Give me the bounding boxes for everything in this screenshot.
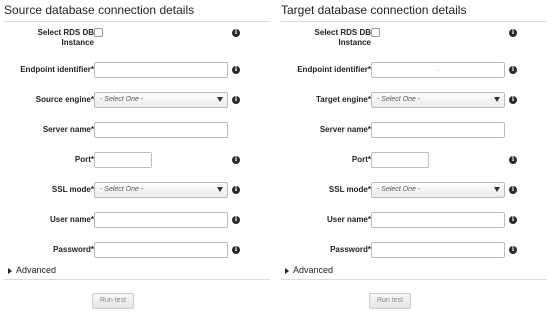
target-endpoint-label: Endpoint identifier* [297,65,371,74]
chevron-down-icon [494,97,500,102]
info-icon[interactable]: i [232,186,240,194]
info-icon[interactable]: i [232,156,240,164]
source-server-input[interactable] [94,122,228,138]
info-icon[interactable]: i [509,66,517,74]
info-icon[interactable]: i [232,216,240,224]
chevron-down-icon [494,187,500,192]
triangle-right-icon [285,268,289,274]
source-rds-label: Select RDS DB Instance [37,28,94,47]
info-icon[interactable]: i [232,96,240,104]
target-password-row: Password* i [281,238,547,262]
target-password-label: Password* [330,245,371,254]
source-port-row: Port* i [4,148,270,172]
info-icon[interactable]: i [509,216,517,224]
source-engine-label: Source engine* [35,95,94,104]
target-engine-row: Target engine* - Select One - i [281,88,547,112]
target-rds-row: Select RDS DB Instance i [281,26,547,50]
target-ssl-select-value: - Select One - [377,186,421,193]
source-port-input[interactable] [94,152,152,168]
source-rds-checkbox[interactable] [94,28,103,37]
source-endpoint-input[interactable] [94,62,228,78]
target-run-test-button[interactable]: Run test [369,293,411,309]
info-icon[interactable]: i [232,246,240,254]
target-port-input[interactable] [371,152,429,168]
source-password-input[interactable] [94,242,228,258]
target-server-row: Server name* [281,118,547,142]
chevron-down-icon [217,187,223,192]
target-endpoint-row: Endpoint identifier* . i [281,58,547,82]
source-user-row: User name* i [4,208,270,232]
source-rds-row: Select RDS DB Instance i [4,26,270,50]
source-password-row: Password* i [4,238,270,262]
target-user-label: User name* [326,215,371,224]
target-password-input[interactable] [371,242,505,258]
target-engine-select-value: - Select One - [377,96,421,103]
target-ssl-row: SSL mode* - Select One - i [281,178,547,202]
target-user-input[interactable] [371,212,505,228]
info-icon[interactable]: i [509,29,517,37]
info-icon[interactable]: i [509,156,517,164]
info-icon[interactable]: i [509,246,517,254]
target-connection-panel: Target database connection details Selec… [281,0,551,322]
info-icon[interactable]: i [232,29,240,37]
target-rds-label: Select RDS DB Instance [314,28,371,47]
source-advanced-toggle[interactable]: Advanced [4,264,270,280]
source-port-label: Port* [74,155,94,164]
target-rds-checkbox[interactable] [371,28,380,37]
source-engine-select-value: - Select One - [100,96,144,103]
target-port-label: Port* [351,155,371,164]
target-user-row: User name* i [281,208,547,232]
target-port-row: Port* i [281,148,547,172]
source-advanced-label: Advanced [16,265,57,275]
target-engine-select[interactable]: - Select One - [371,92,505,108]
source-user-label: User name* [49,215,94,224]
source-server-row: Server name* [4,118,270,142]
chevron-down-icon [217,97,223,102]
source-run-test-button[interactable]: Run test [92,293,134,309]
target-engine-label: Target engine* [316,95,371,104]
info-icon[interactable]: i [509,96,517,104]
target-endpoint-input[interactable]: . [371,62,505,78]
info-icon[interactable]: i [509,186,517,194]
info-icon[interactable]: i [232,66,240,74]
source-password-label: Password* [53,245,94,254]
source-ssl-select[interactable]: - Select One - [94,182,228,198]
source-engine-row: Source engine* - Select One - i [4,88,270,112]
triangle-right-icon [8,268,12,274]
target-ssl-select[interactable]: - Select One - [371,182,505,198]
source-endpoint-label: Endpoint identifier* [20,65,94,74]
target-server-input[interactable] [371,122,505,138]
target-server-label: Server name* [319,125,371,134]
source-server-label: Server name* [42,125,94,134]
source-engine-select[interactable]: - Select One - [94,92,228,108]
source-ssl-row: SSL mode* - Select One - i [4,178,270,202]
source-connection-panel: Source database connection details Selec… [4,0,274,322]
source-ssl-label: SSL mode* [51,185,94,194]
target-advanced-toggle[interactable]: Advanced [281,264,547,280]
source-ssl-select-value: - Select One - [100,186,144,193]
target-panel-title: Target database connection details [281,4,547,22]
source-endpoint-row: Endpoint identifier* i [4,58,270,82]
target-advanced-label: Advanced [293,265,334,275]
source-user-input[interactable] [94,212,228,228]
source-panel-title: Source database connection details [4,4,270,22]
target-ssl-label: SSL mode* [328,185,371,194]
